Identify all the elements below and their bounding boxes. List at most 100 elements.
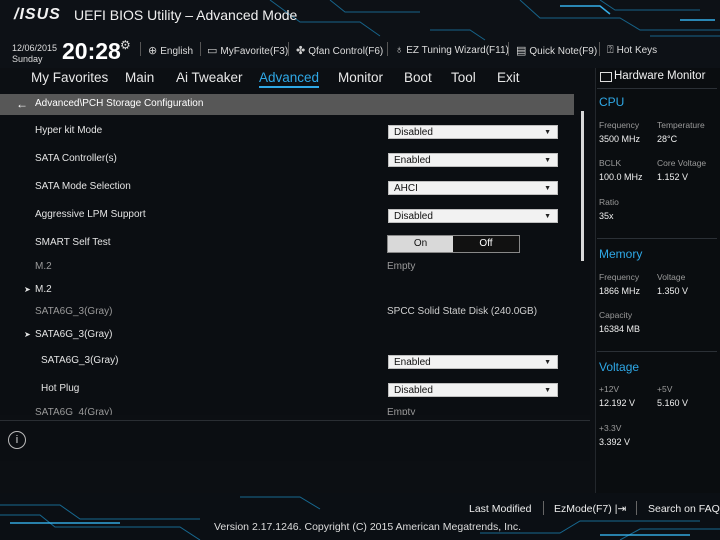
hyper-kit-label: Hyper kit Mode <box>35 125 103 136</box>
memory-frequency-value: 1866 MHz <box>599 286 641 296</box>
sata6g3-info-value: SPCC Solid State Disk (240.0GB) <box>387 306 538 317</box>
help-info-bar <box>0 420 590 461</box>
m2-group[interactable]: M.2 <box>35 284 52 295</box>
memory-frequency-label: Frequency <box>599 272 640 282</box>
hot-plug-label: Hot Plug <box>41 383 80 394</box>
sata6g3-info-label: SATA6G_3(Gray) <box>35 306 113 317</box>
tab-advanced[interactable]: Advanced <box>259 70 320 88</box>
help-icon: ⍰ <box>607 44 614 56</box>
divider <box>200 42 201 56</box>
ratio-value: 35x <box>599 211 614 221</box>
tab-main[interactable]: Main <box>125 70 154 85</box>
gear-icon[interactable]: ⚙ <box>120 38 131 52</box>
scrollbar[interactable] <box>581 111 584 261</box>
v12-label: +12V <box>599 384 620 394</box>
capacity-value: 16384 MB <box>599 324 641 334</box>
divider <box>597 88 717 89</box>
divider <box>387 42 388 56</box>
sata6g3-port-dropdown[interactable]: Enabled ▼ <box>388 355 558 369</box>
tab-tool[interactable]: Tool <box>451 70 476 85</box>
hot-keys-button[interactable]: ⍰ Hot Keys <box>607 44 657 57</box>
myfavorite-button[interactable]: ▭ MyFavorite(F3) <box>207 44 288 57</box>
caret-down-icon: ▼ <box>544 213 551 220</box>
cpu-temperature-value: 28°C <box>657 134 678 144</box>
expand-arrow-icon[interactable]: ➤ <box>24 330 31 339</box>
breadcrumb: Advanced\PCH Storage Configuration <box>35 98 204 109</box>
ratio-label: Ratio <box>599 197 619 207</box>
m2-info-label: M.2 <box>35 261 52 272</box>
clock[interactable]: 20:28 <box>62 38 121 65</box>
fan-icon: ✤ <box>296 45 306 57</box>
ez-tuning-wizard-button[interactable]: ♁ EZ Tuning Wizard(F11) <box>395 44 509 56</box>
hot-plug-dropdown[interactable]: Disabled ▼ <box>388 383 558 397</box>
tab-boot[interactable]: Boot <box>404 70 432 85</box>
divider <box>597 238 717 239</box>
tab-ai-tweaker[interactable]: Ai Tweaker <box>176 70 243 85</box>
memory-voltage-label: Voltage <box>657 272 686 282</box>
day-text: Sunday <box>12 54 43 64</box>
divider <box>543 501 544 515</box>
last-modified-button[interactable]: Last Modified <box>469 503 531 515</box>
v33-value: 3.392 V <box>599 437 631 447</box>
monitor-icon <box>600 72 612 82</box>
bclk-value: 100.0 MHz <box>599 172 643 182</box>
divider <box>140 42 141 56</box>
cpu-frequency-value: 3500 MHz <box>599 134 641 144</box>
cpu-heading: CPU <box>599 95 625 109</box>
hyper-kit-dropdown[interactable]: Disabled ▼ <box>388 125 558 139</box>
quick-note-button[interactable]: ▤ Quick Note(F9) <box>516 44 597 57</box>
search-faq-button[interactable]: Search on FAQ <box>648 503 720 515</box>
divider <box>599 42 600 56</box>
divider <box>508 42 509 56</box>
expand-arrow-icon[interactable]: ➤ <box>24 285 31 294</box>
caret-down-icon: ▼ <box>544 185 551 192</box>
v5-label: +5V <box>657 384 673 394</box>
note-icon: ▤ <box>516 45 527 57</box>
sata-mode-label: SATA Mode Selection <box>35 181 131 192</box>
capacity-label: Capacity <box>599 310 633 320</box>
qfan-control-button[interactable]: ✤ Qfan Control(F6) <box>296 44 383 57</box>
toggle-off[interactable]: Off <box>454 236 518 252</box>
m2-info-value: Empty <box>387 261 416 272</box>
sata-controller-label: SATA Controller(s) <box>35 153 117 164</box>
sata6g4-info-label: SATA6G_4(Gray) <box>35 407 113 415</box>
tab-monitor[interactable]: Monitor <box>338 70 383 85</box>
language-button[interactable]: ⊕ English <box>148 44 193 57</box>
cpu-temperature-label: Temperature <box>657 120 705 130</box>
star-icon: ▭ <box>207 45 218 57</box>
tab-my-favorites[interactable]: My Favorites <box>31 70 108 85</box>
date-text: 12/06/2015 <box>12 43 58 53</box>
asus-logo: /ISUS <box>14 6 61 23</box>
bulb-icon: ♁ <box>395 44 404 56</box>
version-text: Version 2.17.1246. Copyright (C) 2015 Am… <box>214 521 522 533</box>
date-display: 12/06/2015 Sunday <box>12 43 57 65</box>
core-voltage-value: 1.152 V <box>657 172 689 182</box>
caret-down-icon: ▼ <box>544 157 551 164</box>
v33-label: +3.3V <box>599 423 622 433</box>
divider <box>597 351 717 352</box>
caret-down-icon: ▼ <box>544 387 551 394</box>
globe-icon: ⊕ <box>148 45 158 57</box>
caret-down-icon: ▼ <box>544 129 551 136</box>
smart-self-test-label: SMART Self Test <box>35 237 111 248</box>
bclk-label: BCLK <box>599 158 622 168</box>
lpm-support-dropdown[interactable]: Disabled ▼ <box>388 209 558 223</box>
sata6g3-port-label: SATA6G_3(Gray) <box>41 355 119 366</box>
sata-mode-dropdown[interactable]: AHCI ▼ <box>388 181 558 195</box>
sata6g3-group[interactable]: SATA6G_3(Gray) <box>35 329 112 340</box>
toggle-on[interactable]: On <box>388 236 453 252</box>
smart-self-test-toggle[interactable]: On Off <box>387 235 520 253</box>
divider <box>288 42 289 56</box>
sata-controller-dropdown[interactable]: Enabled ▼ <box>388 153 558 167</box>
window-title: UEFI BIOS Utility – Advanced Mode <box>74 7 298 23</box>
memory-voltage-value: 1.350 V <box>657 286 689 296</box>
lpm-support-label: Aggressive LPM Support <box>35 209 146 220</box>
hardware-monitor-title: Hardware Monitor <box>614 70 706 82</box>
tab-exit[interactable]: Exit <box>497 70 520 85</box>
sata6g4-info-value: Empty <box>387 407 416 415</box>
ez-mode-button[interactable]: EzMode(F7) |⇥ <box>554 503 626 515</box>
caret-down-icon: ▼ <box>544 359 551 366</box>
divider <box>636 501 637 515</box>
back-arrow-icon[interactable]: ← <box>16 97 28 111</box>
v5-value: 5.160 V <box>657 398 689 408</box>
